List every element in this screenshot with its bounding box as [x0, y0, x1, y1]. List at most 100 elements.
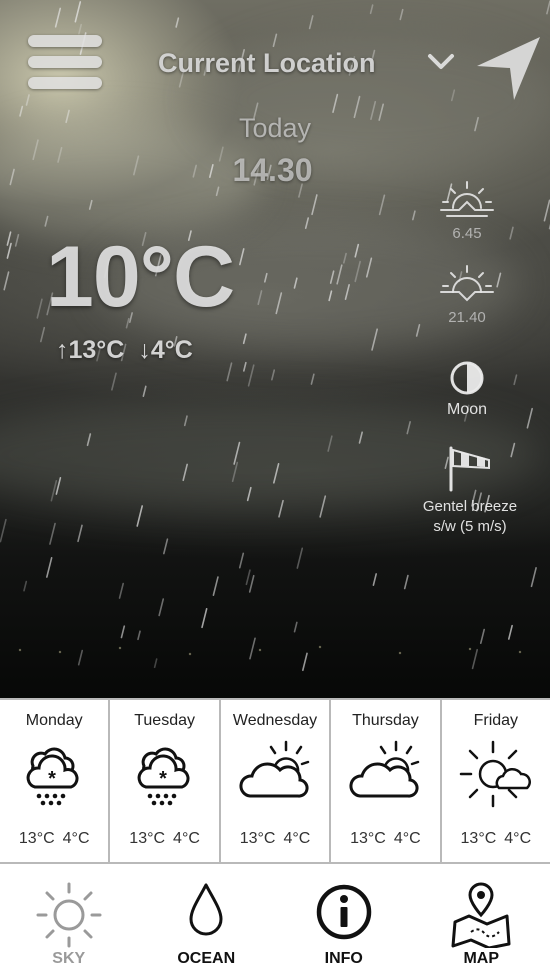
raindrop — [342, 252, 347, 264]
day-temps: 13°C 4°C — [0, 830, 108, 848]
raindrop — [328, 290, 333, 302]
day-name: Monday — [25, 712, 83, 729]
raindrop — [57, 146, 63, 163]
raindrop — [183, 415, 188, 427]
day-low: 4°C — [283, 830, 311, 847]
raindrop — [332, 93, 339, 113]
city-lights — [0, 630, 550, 670]
day-low: 4°C — [393, 830, 421, 847]
raindrop — [378, 194, 386, 216]
low-temp: ↓4°C — [138, 336, 193, 364]
raindrop — [242, 333, 247, 345]
tab-ocean[interactable]: OCEAN — [138, 864, 276, 978]
day-low: 4°C — [504, 830, 532, 847]
raindrop — [353, 95, 361, 119]
tab-sky[interactable]: SKY — [0, 864, 138, 978]
raindrop — [142, 385, 147, 398]
sun-icon — [36, 882, 102, 948]
raindrop — [354, 243, 360, 258]
tab-label: OCEAN — [177, 950, 236, 967]
raindrop — [327, 435, 333, 452]
moon-label: Moon — [446, 401, 488, 418]
raindrop — [74, 1, 82, 23]
raindrop — [406, 421, 411, 435]
raindrop — [182, 463, 188, 482]
tab-label: SKY — [52, 950, 86, 967]
forecast-day[interactable]: Monday * 13°C 4°C — [0, 700, 111, 862]
forecast-day[interactable]: Tuesday * 13°C 4°C — [110, 700, 221, 862]
day-high: 13°C — [350, 830, 386, 847]
chevron-down-icon[interactable] — [426, 52, 456, 72]
raindrop — [133, 155, 140, 176]
raindrop — [272, 33, 278, 48]
tab-map[interactable]: MAP — [413, 864, 550, 978]
raindrop — [212, 576, 219, 597]
raindrop — [50, 480, 58, 502]
location-title[interactable]: Current Location — [158, 48, 376, 79]
forecast-day[interactable]: Thursday 13°C 4°C — [331, 700, 442, 862]
raindrop — [304, 217, 310, 230]
day-low: 4°C — [62, 830, 90, 847]
raindrop — [248, 574, 255, 593]
day-name: Wednesday — [232, 712, 318, 729]
raindrop — [243, 361, 247, 372]
raindrop — [372, 573, 377, 586]
raindrop — [40, 326, 46, 343]
raindrop — [226, 362, 233, 382]
day-low: 4°C — [173, 830, 200, 847]
raindrop — [371, 328, 379, 351]
wind-direction-speed: s/w (5 m/s) — [433, 518, 507, 535]
raindrop — [263, 272, 268, 283]
raindrop — [77, 524, 83, 543]
high-temp: ↑13°C — [56, 336, 125, 364]
moon-info: Moon — [407, 360, 527, 419]
water-drop-icon — [189, 883, 223, 936]
raindrop — [543, 199, 550, 222]
raindrop — [175, 17, 180, 28]
forecast-day[interactable]: Friday 13°C 4°C — [442, 700, 550, 862]
location-arrow-icon[interactable] — [474, 34, 544, 102]
raindrop — [163, 538, 169, 555]
sunset-info: 21.40 — [407, 262, 527, 326]
raindrop — [118, 582, 124, 599]
raindrop — [415, 323, 421, 337]
raindrop — [239, 248, 245, 266]
weather-hero: Current Location Today 14.30 10°C ↑13°C ↓… — [0, 0, 550, 698]
raindrop — [32, 139, 39, 161]
day-name: Friday — [473, 712, 519, 729]
day-temps: 13°C 4°C — [110, 830, 218, 848]
raindrop — [55, 477, 62, 495]
current-time: 14.30 — [232, 152, 313, 188]
raindrop — [78, 23, 83, 35]
raindrop — [319, 495, 327, 518]
menu-icon[interactable] — [28, 35, 102, 91]
raindrop — [450, 89, 456, 102]
raindrop — [136, 505, 144, 527]
map-pin-icon — [451, 882, 511, 948]
windsock-icon — [449, 446, 490, 492]
raindrop — [65, 109, 70, 124]
raindrop — [54, 7, 62, 28]
raindrop — [275, 292, 283, 315]
raindrop — [36, 298, 43, 319]
partly-cloudy-icon — [239, 740, 310, 798]
day-high: 13°C — [239, 830, 276, 847]
forecast-day[interactable]: Wednesday 13°C 4°C — [221, 700, 332, 862]
tab-info[interactable]: INFO — [275, 864, 413, 978]
partly-cloudy-icon — [349, 740, 420, 798]
raindrop — [201, 608, 208, 629]
current-temperature: 10°C — [46, 229, 235, 325]
raindrop — [6, 242, 12, 259]
raindrop — [19, 105, 24, 117]
raindrop — [0, 518, 7, 543]
raindrop — [530, 567, 537, 588]
day-high: 13°C — [460, 830, 497, 847]
raindrop — [378, 103, 384, 121]
raindrop — [526, 407, 533, 429]
raindrop — [23, 580, 28, 592]
raindrop — [233, 441, 241, 465]
raindrop — [293, 277, 298, 289]
raindrop — [44, 215, 49, 227]
raindrop — [296, 547, 304, 569]
day-temps: 13°C 4°C — [221, 830, 329, 848]
